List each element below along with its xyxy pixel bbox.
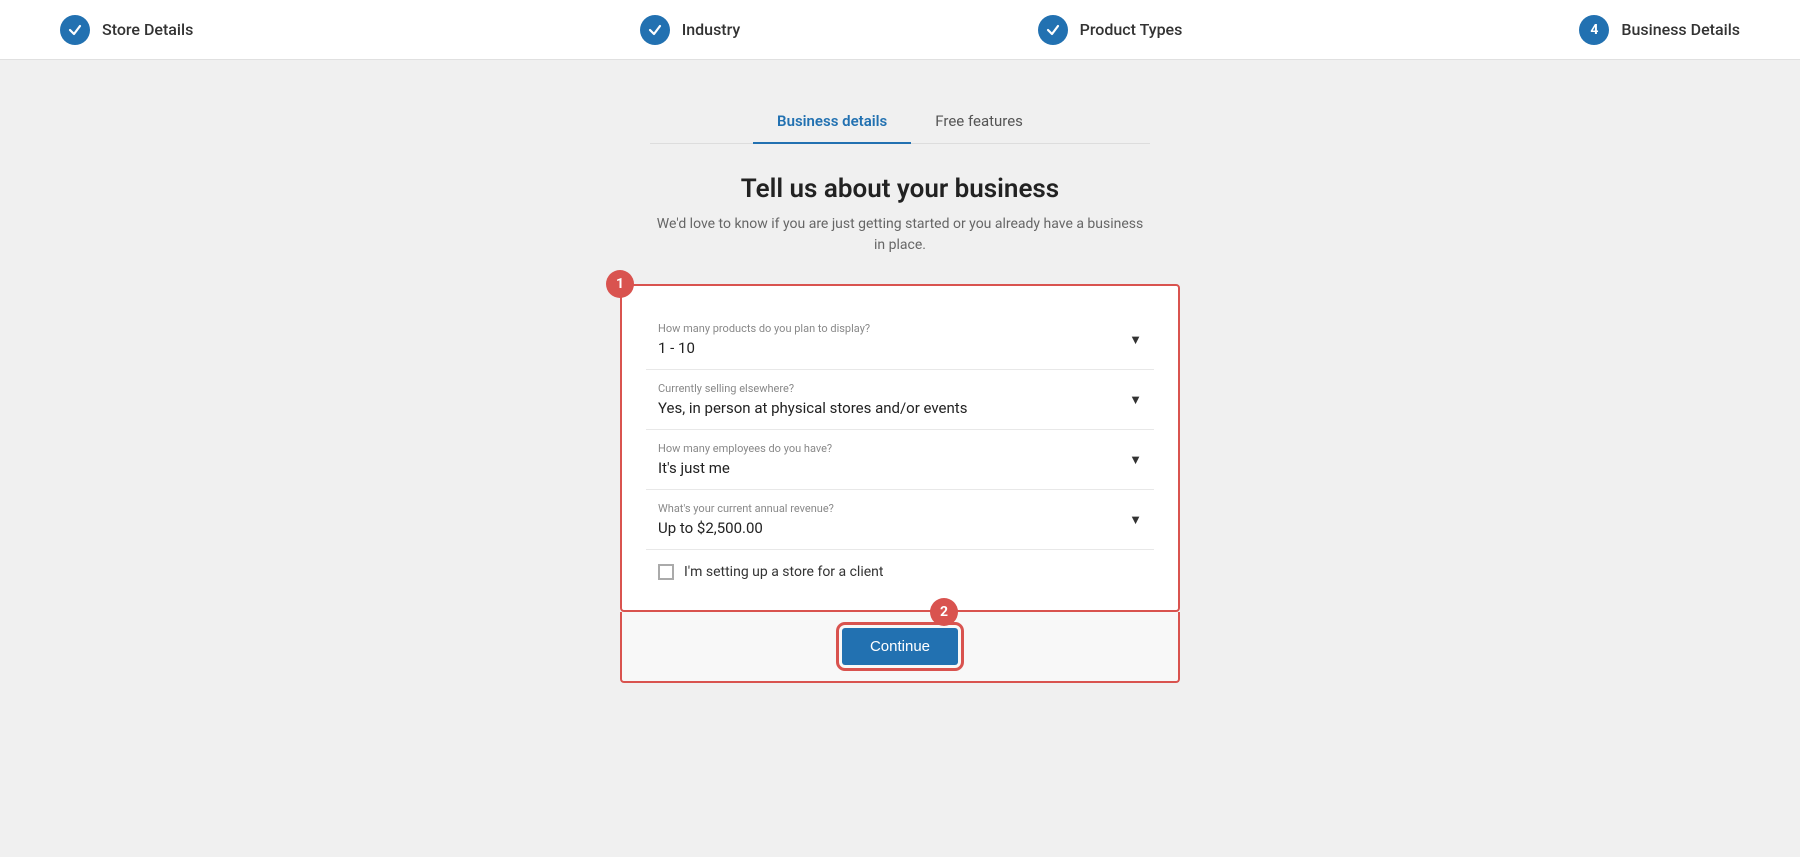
selling-elsewhere-value: Yes, in person at physical stores and/or… [658,399,1142,417]
selling-elsewhere-label: Currently selling elsewhere? [658,382,1142,395]
stepper: Store Details Industry Product Types 4 B… [0,0,1800,60]
tab-business-details[interactable]: Business details [753,100,911,144]
step-2-label: Industry [682,20,741,39]
step-4-icon: 4 [1579,15,1609,45]
step-badge-1: 1 [606,270,634,298]
products-count-label: How many products do you plan to display… [658,322,1142,335]
annual-revenue-value: Up to $2,500.00 [658,519,1142,537]
annual-revenue-label: What's your current annual revenue? [658,502,1142,515]
products-count-chevron: ▼ [1129,332,1142,348]
tabs: Business details Free features [650,100,1150,144]
continue-area: 2 Continue [620,612,1180,683]
step-badge-2: 2 [930,598,958,626]
step-3-icon [1038,15,1068,45]
step-1-label: Store Details [102,20,193,39]
step-business-details: 4 Business Details [1320,15,1740,45]
step-product-types: Product Types [900,15,1320,45]
employees-chevron: ▼ [1129,452,1142,468]
employees-dropdown[interactable]: How many employees do you have? It's jus… [646,430,1154,490]
selling-elsewhere-dropdown[interactable]: Currently selling elsewhere? Yes, in per… [646,370,1154,430]
annual-revenue-chevron: ▼ [1129,512,1142,528]
selling-elsewhere-chevron: ▼ [1129,392,1142,408]
step-store-details: Store Details [60,15,480,45]
products-count-dropdown[interactable]: How many products do you plan to display… [646,310,1154,370]
employees-label: How many employees do you have? [658,442,1142,455]
form-card: How many products do you plan to display… [620,284,1180,612]
products-count-value: 1 - 10 [658,339,1142,357]
step-4-label: Business Details [1621,20,1740,39]
step-industry: Industry [480,15,900,45]
step-3-label: Product Types [1080,20,1183,39]
client-checkbox-label: I'm setting up a store for a client [684,564,883,580]
annual-revenue-dropdown[interactable]: What's your current annual revenue? Up t… [646,490,1154,550]
page-title-area: Tell us about your business We'd love to… [650,174,1150,256]
main-content: Business details Free features Tell us a… [0,60,1800,723]
tab-free-features[interactable]: Free features [911,100,1047,144]
employees-value: It's just me [658,459,1142,477]
step-1-icon [60,15,90,45]
step-2-icon [640,15,670,45]
form-container: 1 How many products do you plan to displ… [620,284,1180,683]
client-checkbox-row[interactable]: I'm setting up a store for a client [646,550,1154,586]
page-title: Tell us about your business [650,174,1150,204]
continue-button[interactable]: Continue [842,628,958,665]
page-subtitle: We'd love to know if you are just gettin… [650,214,1150,256]
client-checkbox[interactable] [658,564,674,580]
